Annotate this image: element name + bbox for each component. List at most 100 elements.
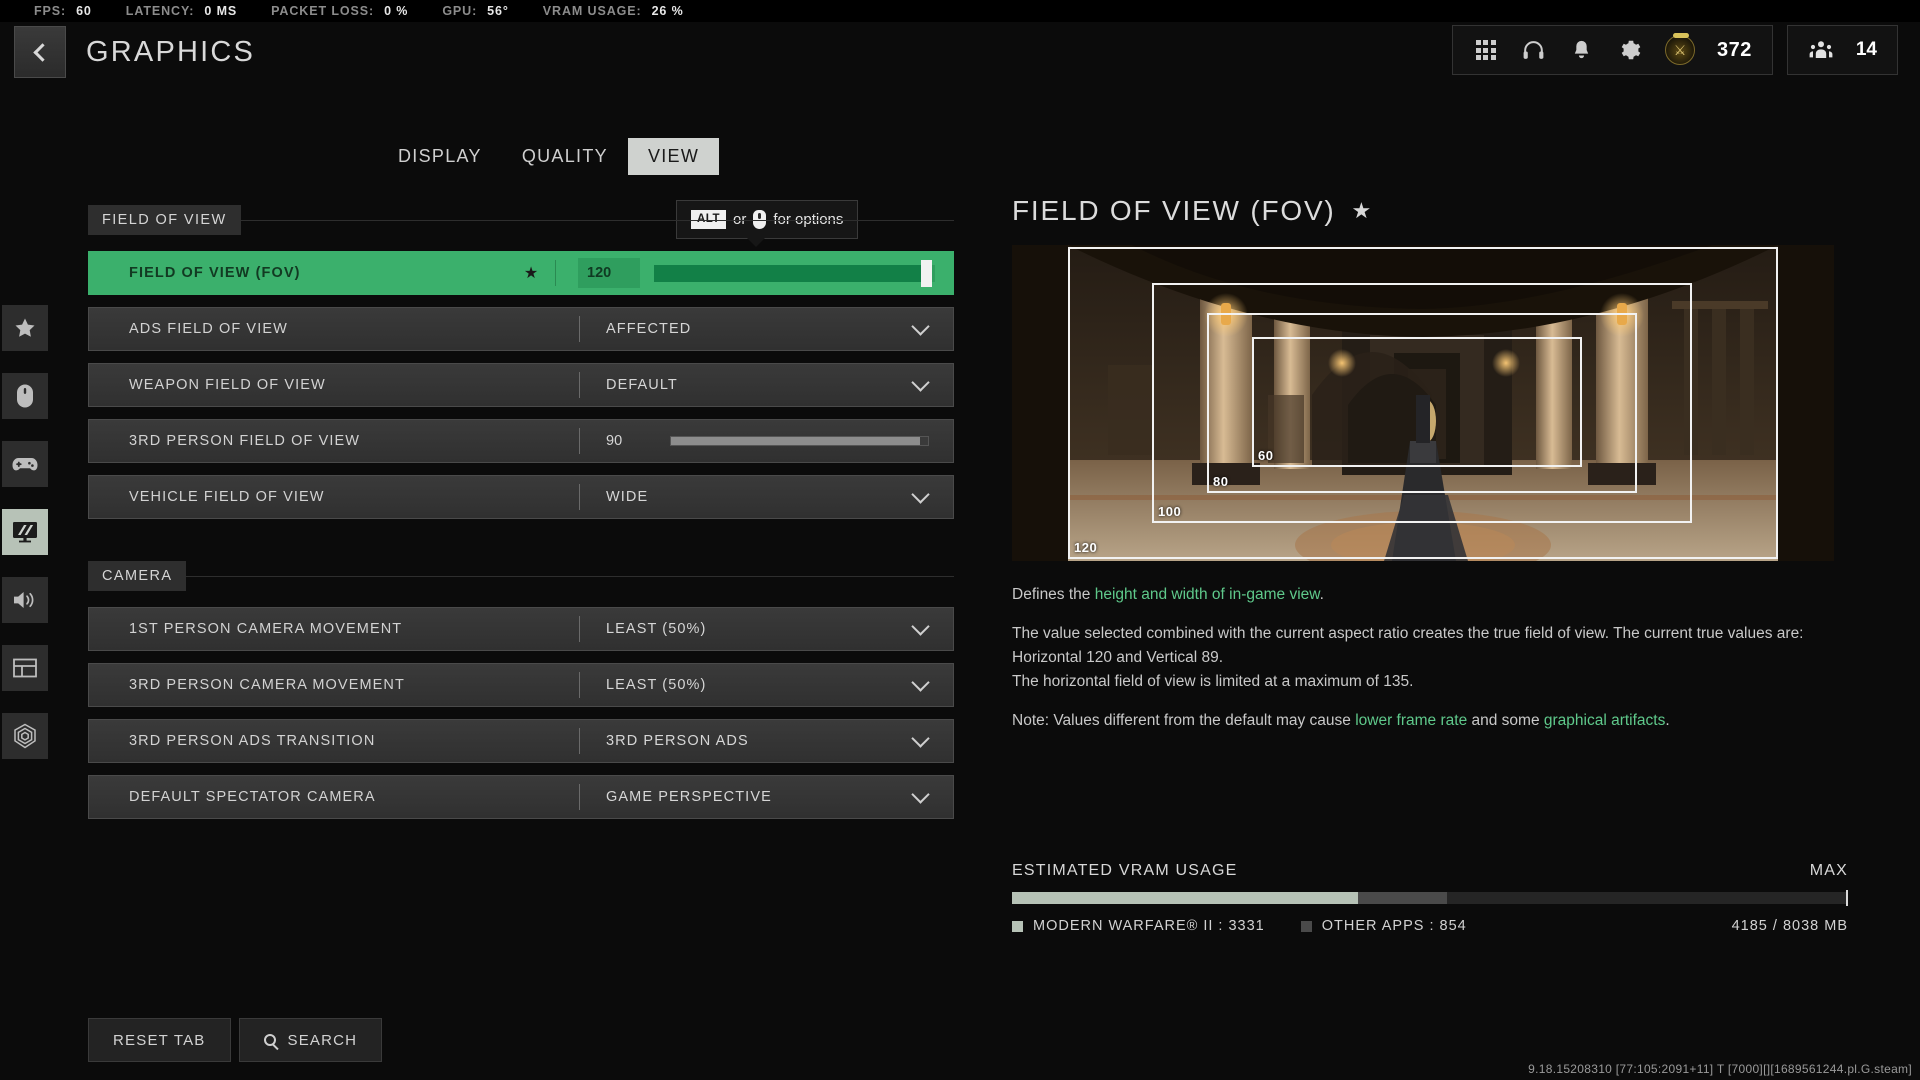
perf-stat-gpu: GPU: 56° [442, 4, 508, 18]
gear-icon[interactable] [1617, 37, 1643, 63]
setting-row-3rd-person-camera-movement[interactable]: 3RD PERSON CAMERA MOVEMENT LEAST (50%) [88, 663, 954, 707]
sidebar-item-favorites[interactable] [2, 305, 48, 351]
section-title: FIELD OF VIEW [88, 205, 241, 235]
section-divider [240, 219, 954, 221]
apps-grid-icon[interactable] [1473, 37, 1499, 63]
gamepad-icon [12, 458, 38, 471]
tab-quality[interactable]: QUALITY [502, 138, 628, 175]
search-button[interactable]: SEARCH [238, 1018, 383, 1062]
vram-max-label: MAX [1809, 862, 1848, 879]
setting-value: 3RD PERSON ADS [606, 733, 749, 749]
perf-stat-fps: FPS: 60 [34, 4, 92, 18]
favorite-star-icon[interactable]: ★ [519, 263, 543, 283]
perf-label: PACKET LOSS: [271, 4, 375, 18]
reset-tab-label: RESET TAB [113, 1031, 206, 1049]
vram-header: ESTIMATED VRAM USAGE MAX [1012, 862, 1848, 880]
setting-label: WEAPON FIELD OF VIEW [129, 377, 326, 393]
vram-legend: MODERN WARFARE® II : 3331 OTHER APPS : 8… [1012, 918, 1848, 934]
setting-row-default-spectator-camera[interactable]: DEFAULT SPECTATOR CAMERA GAME PERSPECTIV… [88, 775, 954, 819]
fov-frame-label: 100 [1158, 504, 1182, 519]
section-divider [186, 575, 954, 577]
slider-handle[interactable] [920, 259, 932, 287]
favorite-star-icon: ★ [1351, 198, 1374, 223]
party-group[interactable]: 14 [1786, 25, 1898, 75]
tab-view[interactable]: VIEW [627, 138, 720, 175]
section-title: CAMERA [88, 561, 187, 591]
setting-label: 3RD PERSON ADS TRANSITION [129, 733, 376, 749]
desc-highlight: height and width of in-game view [1094, 586, 1320, 603]
desc-text: . [1665, 712, 1670, 730]
chevron-down-icon[interactable] [911, 484, 930, 504]
chevron-down-icon[interactable] [911, 728, 930, 748]
sidebar-item-audio[interactable] [2, 577, 48, 623]
setting-value: 120 [578, 258, 640, 288]
party-icon [1808, 37, 1834, 63]
chevron-down-icon[interactable] [911, 784, 930, 804]
setting-row-field-of-view[interactable]: FIELD OF VIEW (FOV) ★ 120 [88, 251, 954, 295]
reset-tab-button[interactable]: RESET TAB [88, 1018, 231, 1062]
setting-row-1st-person-camera-movement[interactable]: 1ST PERSON CAMERA MOVEMENT LEAST (50%) [88, 607, 954, 651]
chevron-down-icon[interactable] [911, 372, 930, 392]
desc-text: The horizontal field of view is limited … [1012, 673, 1414, 691]
third-person-fov-slider[interactable] [670, 436, 929, 446]
vram-segment-game [1012, 892, 1359, 904]
fov-frame-60: 60 [1252, 337, 1582, 467]
setting-label: 3RD PERSON CAMERA MOVEMENT [129, 677, 405, 693]
tab-display[interactable]: DISPLAY [378, 138, 502, 175]
sidebar-item-account[interactable] [2, 713, 48, 759]
detail-panel: FIELD OF VIEW (FOV) ★ 120 100 80 60 Defi… [1012, 195, 1848, 748]
chevron-down-icon[interactable] [911, 616, 930, 636]
setting-label: VEHICLE FIELD OF VIEW [129, 489, 325, 505]
page-header: GRAPHICS ⚔ 372 14 [0, 22, 1920, 84]
setting-row-ads-field-of-view[interactable]: ADS FIELD OF VIEW AFFECTED [88, 307, 954, 351]
sidebar-item-graphics[interactable] [2, 509, 48, 555]
setting-value: GAME PERSPECTIVE [606, 789, 772, 805]
desc-text: . [1319, 586, 1324, 603]
vram-segment-other [1358, 892, 1447, 904]
perf-label: LATENCY: [125, 4, 195, 18]
perf-stat-packet-loss: PACKET LOSS: 0 % [271, 4, 408, 18]
bell-icon[interactable] [1569, 37, 1595, 63]
chevron-down-icon[interactable] [911, 316, 930, 336]
fov-frame-label: 120 [1074, 540, 1098, 555]
sidebar-item-interface[interactable] [2, 645, 48, 691]
setting-row-3rd-person-field-of-view[interactable]: 3RD PERSON FIELD OF VIEW 90 [88, 419, 954, 463]
setting-row-weapon-field-of-view[interactable]: WEAPON FIELD OF VIEW DEFAULT [88, 363, 954, 407]
monitor-icon [13, 522, 37, 543]
header-actions: ⚔ 372 14 [1451, 25, 1898, 75]
desc-highlight: lower frame rate [1355, 712, 1468, 730]
perf-value: 60 [76, 4, 92, 18]
setting-row-3rd-person-ads-transition[interactable]: 3RD PERSON ADS TRANSITION 3RD PERSON ADS [88, 719, 954, 763]
setting-label: DEFAULT SPECTATOR CAMERA [129, 789, 376, 805]
chevron-down-icon[interactable] [911, 672, 930, 692]
build-version-text: 9.18.15208310 [77:105:2091+11] T [7000][… [1528, 1062, 1912, 1076]
detail-title: FIELD OF VIEW (FOV) [1012, 195, 1336, 226]
setting-value: LEAST (50%) [606, 677, 707, 693]
sidebar-item-mouse-keyboard[interactable] [2, 373, 48, 419]
vram-usage-panel: ESTIMATED VRAM USAGE MAX MODERN WARFARE®… [1012, 862, 1848, 934]
perf-label: GPU: [442, 4, 478, 18]
desc-highlight: graphical artifacts [1543, 712, 1666, 730]
fov-frame-label: 60 [1258, 448, 1274, 463]
setting-value: LEAST (50%) [606, 621, 707, 637]
setting-row-vehicle-field-of-view[interactable]: VEHICLE FIELD OF VIEW WIDE [88, 475, 954, 519]
sidebar-rail [2, 305, 48, 759]
perf-label: VRAM USAGE: [542, 4, 642, 18]
headset-icon[interactable] [1521, 37, 1547, 63]
slider-fill [671, 437, 921, 445]
fov-slider[interactable] [654, 259, 935, 287]
vram-swatch-game [1012, 920, 1023, 932]
desc-text: Defines the [1012, 586, 1095, 603]
setting-label: 3RD PERSON FIELD OF VIEW [129, 433, 361, 449]
section-header-camera: CAMERA [88, 561, 954, 591]
detail-title-row: FIELD OF VIEW (FOV) ★ [1012, 195, 1848, 227]
slider-fill [654, 264, 924, 282]
mouse-icon [17, 384, 33, 408]
sidebar-item-controller[interactable] [2, 441, 48, 487]
vram-max-tick [1846, 890, 1848, 906]
setting-label: 1ST PERSON CAMERA MOVEMENT [129, 621, 403, 637]
desc-text: The value selected combined with the cur… [1012, 625, 1804, 667]
back-button[interactable] [14, 26, 66, 78]
desc-text: Note: Values different from the default … [1012, 712, 1356, 730]
rank-emblem-icon: ⚔ [1664, 33, 1695, 65]
